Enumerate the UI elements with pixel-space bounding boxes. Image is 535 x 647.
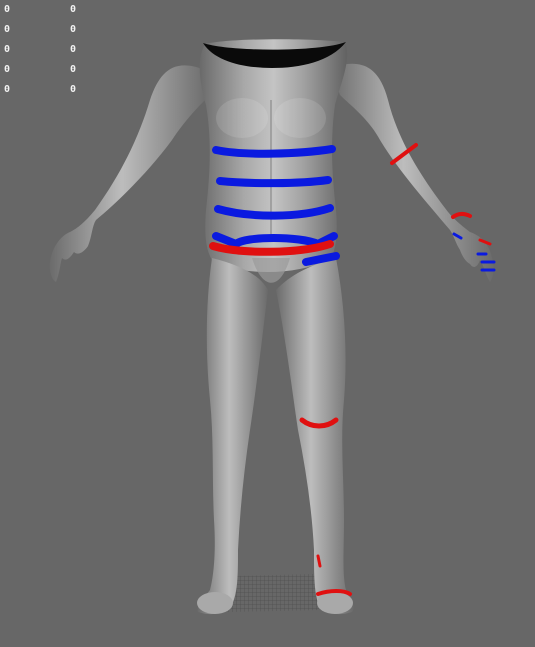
stat-value-b: 0 <box>70 4 77 15</box>
stats-row: 0 0 <box>4 0 90 20</box>
stat-value-b: 0 <box>70 64 77 75</box>
stat-value-b: 0 <box>70 84 77 95</box>
stat-value-b: 0 <box>70 44 77 55</box>
stats-row: 0 0 <box>4 80 90 100</box>
stat-value-b: 0 <box>70 24 77 35</box>
stat-value-a: 0 <box>4 64 11 75</box>
3d-viewport[interactable]: 0 0 0 0 0 0 0 0 0 0 <box>0 0 535 647</box>
seam-blue-ribs <box>216 176 332 188</box>
seam-red-shin <box>316 554 322 568</box>
right-foot <box>197 592 233 614</box>
stat-value-a: 0 <box>4 4 11 15</box>
seam-blue-chest <box>212 145 336 158</box>
left-foot <box>317 592 353 614</box>
stat-value-a: 0 <box>4 44 11 55</box>
stat-value-a: 0 <box>4 84 11 95</box>
stats-row: 0 0 <box>4 60 90 80</box>
seam-red-wrist <box>451 211 472 219</box>
human-model[interactable] <box>49 39 494 615</box>
right-leg <box>197 258 268 615</box>
stats-overlay: 0 0 0 0 0 0 0 0 0 0 <box>4 0 90 100</box>
left-leg <box>276 258 354 615</box>
stats-row: 0 0 <box>4 20 90 40</box>
floor-grid <box>228 574 322 612</box>
stat-value-a: 0 <box>4 24 11 35</box>
left-arm <box>330 63 494 283</box>
stats-row: 0 0 <box>4 40 90 60</box>
